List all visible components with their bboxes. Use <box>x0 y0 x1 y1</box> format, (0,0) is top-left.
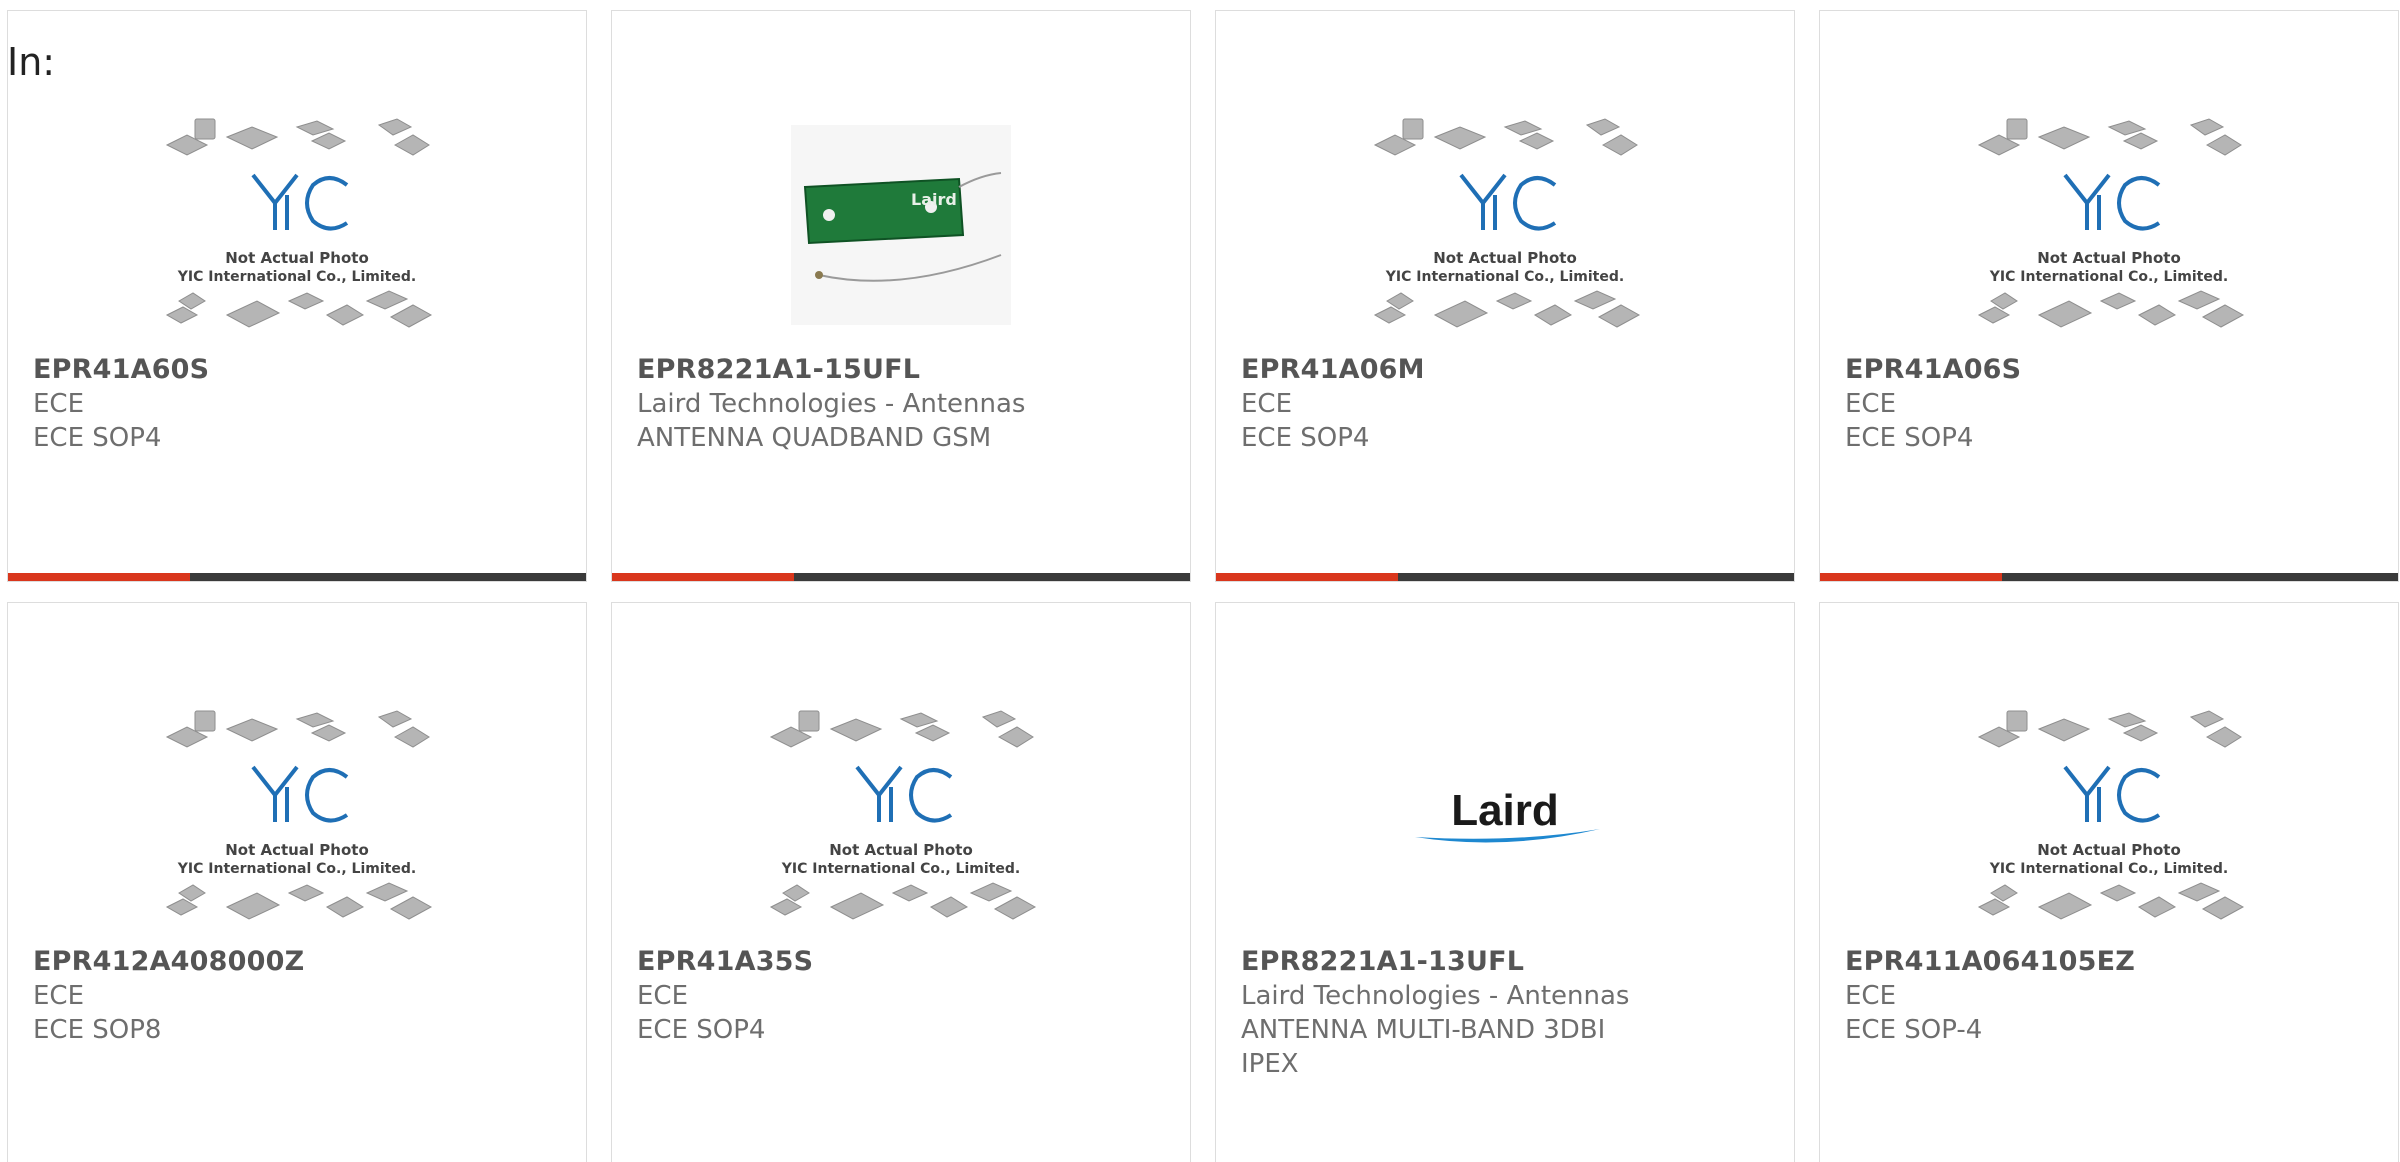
svg-text:Not Actual Photo: Not Actual Photo <box>225 249 369 267</box>
card-bottom-bar <box>612 573 1190 581</box>
manufacturer: ECE <box>1241 389 1293 419</box>
product-card[interactable]: Not Actual Photo YIC International Co., … <box>1215 10 1795 582</box>
yic-placeholder-image: Not Actual Photo YIC International Co., … <box>1977 710 2245 920</box>
svg-text:YIC International Co., Limited: YIC International Co., Limited. <box>177 861 416 877</box>
svg-text:YIC International Co., Limited: YIC International Co., Limited. <box>177 269 416 285</box>
product-image: Not Actual Photo YIC International Co., … <box>612 683 1190 951</box>
yic-placeholder-image: Not Actual Photo YIC International Co., … <box>165 710 433 920</box>
manufacturer: ECE <box>1845 389 1897 419</box>
description: ECE SOP-4 <box>1845 1015 1983 1045</box>
manufacturer: ECE <box>1845 981 1897 1011</box>
manufacturer: ECE <box>33 981 85 1011</box>
card-bottom-bar <box>8 573 586 581</box>
product-info: EPR411A064105EZ ECE ECE SOP-4 <box>1845 945 2378 1047</box>
card-accent-bar <box>8 573 190 581</box>
yic-placeholder-image: Not Actual Photo YIC International Co., … <box>165 118 433 328</box>
card-accent-bar <box>1820 573 2002 581</box>
svg-text:Not Actual Photo: Not Actual Photo <box>2037 249 2181 267</box>
product-card[interactable]: Laird EPR8221A1-15UFL Laird Technologies… <box>611 10 1191 582</box>
svg-text:Not Actual Photo: Not Actual Photo <box>2037 841 2181 859</box>
manufacturer: ECE <box>637 981 689 1011</box>
product-card[interactable]: Not Actual Photo YIC International Co., … <box>1819 10 2399 582</box>
filter-in-label: In: <box>7 40 56 84</box>
product-image: Laird <box>612 91 1190 359</box>
svg-text:Not Actual Photo: Not Actual Photo <box>225 841 369 859</box>
product-info: EPR8221A1-15UFL Laird Technologies - Ant… <box>637 353 1170 455</box>
product-grid: Not Actual Photo YIC International Co., … <box>7 10 2399 1162</box>
product-card[interactable]: Not Actual Photo YIC International Co., … <box>611 602 1191 1162</box>
yic-placeholder-image: Not Actual Photo YIC International Co., … <box>1373 118 1641 328</box>
product-info: EPR41A60S ECE ECE SOP4 <box>33 353 566 455</box>
yic-placeholder-image: Not Actual Photo YIC International Co., … <box>1977 118 2245 328</box>
manufacturer: Laird Technologies - Antennas <box>1241 981 1630 1011</box>
svg-text:YIC International Co., Limited: YIC International Co., Limited. <box>781 861 1020 877</box>
description: ECE SOP4 <box>1845 423 1974 453</box>
product-info: EPR41A35S ECE ECE SOP4 <box>637 945 1170 1047</box>
manufacturer: Laird Technologies - Antennas <box>637 389 1026 419</box>
svg-text:YIC International Co., Limited: YIC International Co., Limited. <box>1385 269 1624 285</box>
product-listing-page: In: Not Actual Photo YIC International C… <box>0 0 2400 1162</box>
product-image: Not Actual Photo YIC International Co., … <box>8 91 586 359</box>
product-image: Not Actual Photo YIC International Co., … <box>8 683 586 951</box>
part-number[interactable]: EPR41A35S <box>637 945 1170 979</box>
antenna-photo: Laird <box>791 125 1011 325</box>
product-info: EPR41A06M ECE ECE SOP4 <box>1241 353 1774 455</box>
card-bottom-bar <box>1216 573 1794 581</box>
svg-text:Laird: Laird <box>911 190 957 209</box>
product-image: Not Actual Photo YIC International Co., … <box>1216 91 1794 359</box>
part-number[interactable]: EPR41A60S <box>33 353 566 387</box>
svg-text:Laird: Laird <box>1451 786 1559 835</box>
description: ECE SOP4 <box>33 423 162 453</box>
part-number[interactable]: EPR41A06S <box>1845 353 2378 387</box>
product-card[interactable]: Laird EPR8221A1-13UFL Laird Technologies… <box>1215 602 1795 1162</box>
product-image: Not Actual Photo YIC International Co., … <box>1820 683 2398 951</box>
yic-placeholder-image: Not Actual Photo YIC International Co., … <box>769 710 1037 920</box>
description: ANTENNA MULTI-BAND 3DBI IPEX <box>1241 1015 1606 1079</box>
svg-text:YIC International Co., Limited: YIC International Co., Limited. <box>1989 861 2228 877</box>
card-accent-bar <box>612 573 794 581</box>
description: ANTENNA QUADBAND GSM <box>637 423 992 453</box>
product-info: EPR8221A1-13UFL Laird Technologies - Ant… <box>1241 945 1774 1081</box>
card-accent-bar <box>1216 573 1398 581</box>
svg-text:Not Actual Photo: Not Actual Photo <box>1433 249 1577 267</box>
description: ECE SOP4 <box>637 1015 766 1045</box>
manufacturer: ECE <box>33 389 85 419</box>
laird-logo-image: Laird <box>1415 786 1600 843</box>
product-image: Not Actual Photo YIC International Co., … <box>1820 91 2398 359</box>
part-number[interactable]: EPR8221A1-13UFL <box>1241 945 1774 979</box>
part-number[interactable]: EPR8221A1-15UFL <box>637 353 1170 387</box>
card-bottom-bar <box>1820 573 2398 581</box>
product-card[interactable]: Not Actual Photo YIC International Co., … <box>1819 602 2399 1162</box>
product-card[interactable]: Not Actual Photo YIC International Co., … <box>7 602 587 1162</box>
svg-text:Not Actual Photo: Not Actual Photo <box>829 841 973 859</box>
part-number[interactable]: EPR412A408000Z <box>33 945 566 979</box>
description: ECE SOP4 <box>1241 423 1370 453</box>
part-number[interactable]: EPR41A06M <box>1241 353 1774 387</box>
product-image: Laird <box>1216 683 1794 951</box>
svg-text:YIC International Co., Limited: YIC International Co., Limited. <box>1989 269 2228 285</box>
part-number[interactable]: EPR411A064105EZ <box>1845 945 2378 979</box>
product-card[interactable]: Not Actual Photo YIC International Co., … <box>7 10 587 582</box>
product-info: EPR41A06S ECE ECE SOP4 <box>1845 353 2378 455</box>
description: ECE SOP8 <box>33 1015 162 1045</box>
product-info: EPR412A408000Z ECE ECE SOP8 <box>33 945 566 1047</box>
